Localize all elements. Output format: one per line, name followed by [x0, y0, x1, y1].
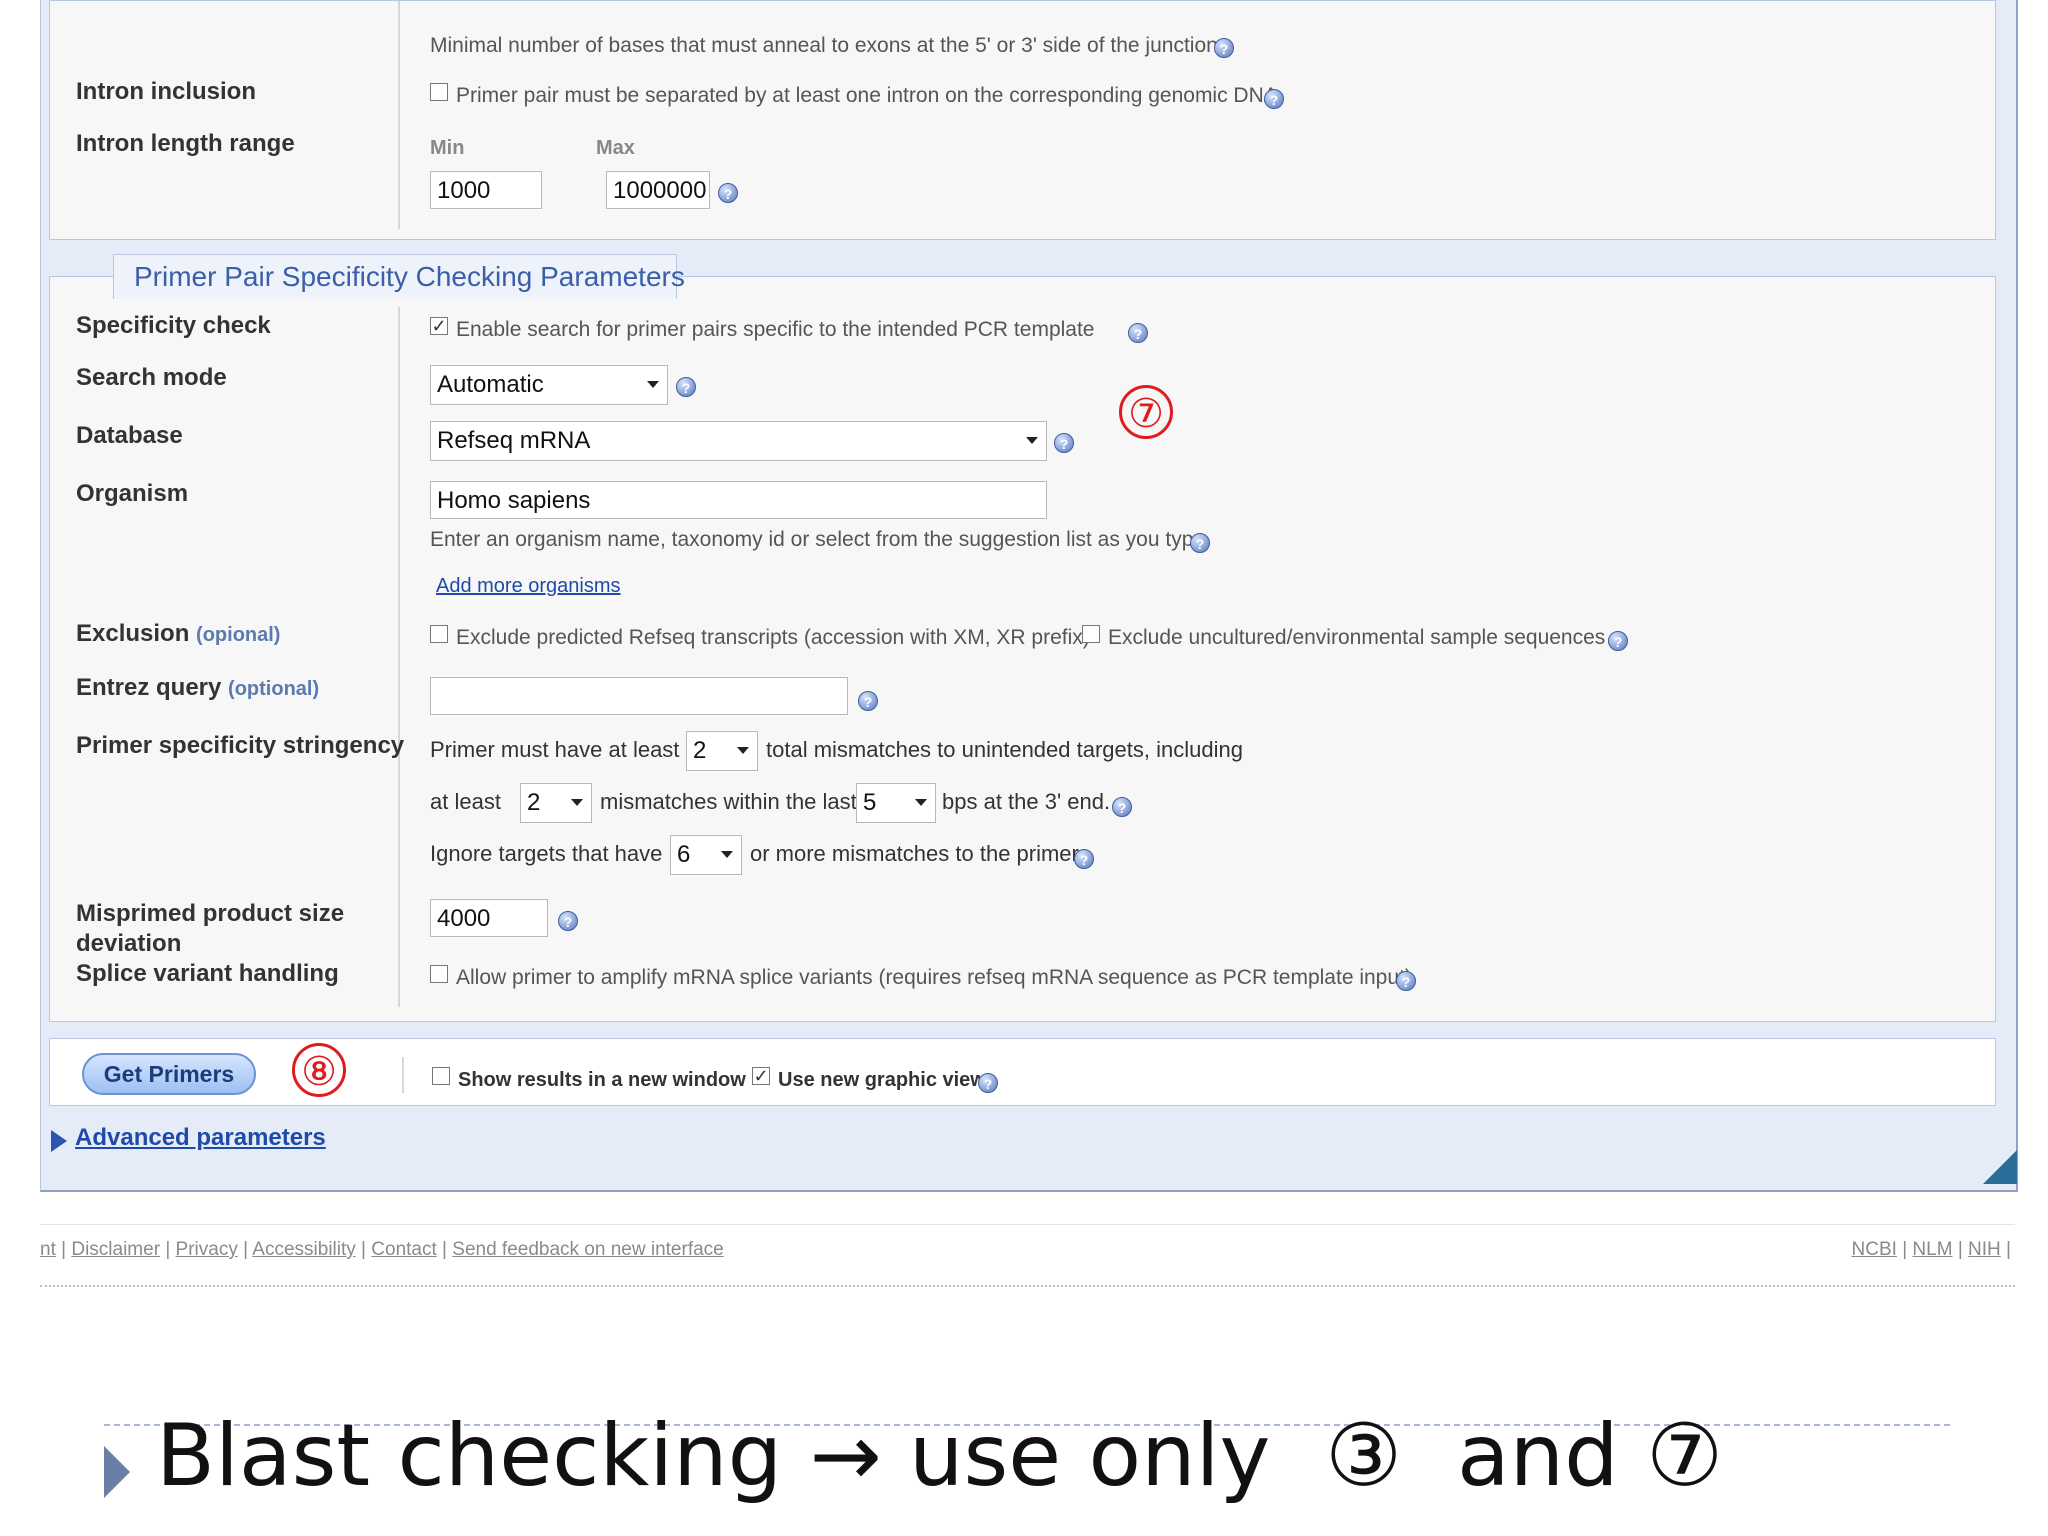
resize-corner-icon[interactable]: [1983, 1150, 2017, 1184]
footer-link[interactable]: Accessibility: [252, 1239, 355, 1260]
footer-link[interactable]: Disclaimer: [71, 1239, 160, 1260]
intron-inclusion-text: Primer pair must be separated by at leas…: [456, 84, 1278, 107]
chevron-down-icon: [737, 747, 749, 754]
help-icon[interactable]: ?: [1214, 38, 1234, 58]
bullet-triangle-icon: [104, 1446, 130, 1498]
entrez-query-label: Entrez query (optional): [76, 674, 320, 701]
footer-right-links: NCBI | NLM | NIH |: [1851, 1239, 2011, 1260]
footer: nt | Disclaimer | Privacy | Accessibilit…: [40, 1224, 2015, 1287]
exclude-predicted-text: Exclude predicted Refseq transcripts (ac…: [456, 626, 1090, 649]
intron-max-input[interactable]: 1000000: [606, 171, 710, 209]
help-icon[interactable]: ?: [718, 183, 738, 203]
chevron-down-icon: [721, 851, 733, 858]
circled-three: ③: [1325, 1406, 1403, 1506]
footer-link[interactable]: NCBI: [1852, 1239, 1897, 1260]
intron-panel: Minimal number of bases that must anneal…: [49, 0, 1996, 240]
max-label: Max: [596, 137, 635, 159]
intron-min-input[interactable]: 1000: [430, 171, 542, 209]
intron-inclusion-label: Intron inclusion: [76, 78, 256, 105]
splice-variant-text: Allow primer to amplify mRNA splice vari…: [456, 966, 1412, 989]
specificity-legend-tab: Primer Pair Specificity Checking Paramet…: [113, 254, 685, 299]
ignore-targets-select[interactable]: 6: [670, 835, 742, 875]
specificity-panel: Specificity check ✓ Enable search for pr…: [49, 276, 1996, 1022]
organism-label: Organism: [76, 480, 189, 507]
splice-variant-checkbox[interactable]: [430, 965, 448, 983]
arrow-icon: →: [809, 1406, 882, 1506]
help-icon[interactable]: ?: [1128, 323, 1148, 343]
specificity-check-label: Specificity check: [76, 312, 271, 339]
bullet-text: Blast checking → use only ③ and ⑦: [156, 1406, 1724, 1506]
add-more-organisms-link[interactable]: Add more organisms: [436, 575, 621, 598]
organism-hint: Enter an organism name, taxonomy id or s…: [430, 528, 1211, 551]
entrez-query-input[interactable]: [430, 677, 848, 715]
search-mode-select[interactable]: Automatic: [430, 365, 668, 405]
total-mismatches-select[interactable]: 2: [686, 731, 758, 771]
exclusion-label: Exclusion (opional): [76, 620, 281, 647]
help-icon[interactable]: ?: [558, 911, 578, 931]
stringency-l1-b: total mismatches to unintended targets, …: [766, 737, 1243, 762]
expand-triangle-icon[interactable]: [51, 1130, 67, 1152]
footer-left-links: nt | Disclaimer | Privacy | Accessibilit…: [40, 1239, 724, 1260]
help-icon[interactable]: ?: [1608, 631, 1628, 651]
exclude-uncultured-checkbox[interactable]: [1082, 625, 1100, 643]
misprimed-label: Misprimed product size deviation: [76, 900, 345, 957]
stringency-l3-b: or more mismatches to the primer.: [750, 841, 1084, 866]
exclude-uncultured-text: Exclude uncultured/environmental sample …: [1108, 626, 1606, 649]
footer-link[interactable]: Privacy: [176, 1239, 238, 1260]
help-icon[interactable]: ?: [676, 377, 696, 397]
misprimed-size-input[interactable]: 4000: [430, 899, 548, 937]
action-bar: Get Primers ⑧ Show results in a new wind…: [49, 1038, 1996, 1106]
footer-link[interactable]: NLM: [1912, 1239, 1952, 1260]
stringency-l3-a: Ignore targets that have: [430, 841, 663, 866]
annotation-seven: ⑦: [1119, 385, 1173, 439]
database-label: Database: [76, 422, 183, 449]
specificity-check-checkbox[interactable]: ✓: [430, 317, 448, 335]
three-prime-mismatches-select[interactable]: 2: [520, 783, 592, 823]
min-label: Min: [430, 137, 465, 159]
footer-link[interactable]: Send feedback on new interface: [452, 1239, 723, 1260]
stringency-label: Primer specificity stringency: [76, 732, 405, 759]
specificity-legend: Primer Pair Specificity Checking Paramet…: [134, 261, 685, 292]
graphic-view-text: Use new graphic view: [778, 1069, 986, 1091]
help-icon[interactable]: ?: [1112, 797, 1132, 817]
show-new-window-text: Show results in a new window: [458, 1069, 746, 1091]
stringency-l1-a: Primer must have at least: [430, 737, 680, 762]
help-icon[interactable]: ?: [1190, 533, 1210, 553]
splice-variant-label: Splice variant handling: [76, 960, 339, 987]
database-select[interactable]: Refseq mRNA: [430, 421, 1047, 461]
chevron-down-icon: [571, 799, 583, 806]
specificity-check-text: Enable search for primer pairs specific …: [456, 318, 1095, 341]
stringency-l2-c: bps at the 3' end.: [942, 789, 1111, 814]
junction-note: Minimal number of bases that must anneal…: [430, 34, 1218, 57]
last-bps-select[interactable]: 5: [856, 783, 936, 823]
chevron-down-icon: [647, 381, 659, 388]
stringency-l2-a: at least: [430, 789, 501, 814]
graphic-view-checkbox[interactable]: ✓: [752, 1067, 770, 1085]
help-icon[interactable]: ?: [1054, 433, 1074, 453]
organism-input[interactable]: Homo sapiens: [430, 481, 1047, 519]
screenshot-frame: Minimal number of bases that must anneal…: [40, 0, 2018, 1192]
help-icon[interactable]: ?: [1264, 89, 1284, 109]
advanced-parameters-link[interactable]: Advanced parameters: [75, 1124, 326, 1152]
help-icon[interactable]: ?: [978, 1073, 998, 1093]
intron-length-label: Intron length range: [76, 130, 295, 157]
exclude-predicted-checkbox[interactable]: [430, 625, 448, 643]
stringency-l2-b: mismatches within the last: [600, 789, 857, 814]
get-primers-button[interactable]: Get Primers: [82, 1053, 256, 1095]
footer-link[interactable]: Contact: [371, 1239, 436, 1260]
footer-link[interactable]: nt: [40, 1239, 56, 1260]
circled-seven: ⑦: [1646, 1406, 1724, 1506]
chevron-down-icon: [915, 799, 927, 806]
help-icon[interactable]: ?: [858, 691, 878, 711]
search-mode-label: Search mode: [76, 364, 227, 391]
chevron-down-icon: [1026, 437, 1038, 444]
show-new-window-checkbox[interactable]: [432, 1067, 450, 1085]
help-icon[interactable]: ?: [1396, 971, 1416, 991]
help-icon[interactable]: ?: [1074, 849, 1094, 869]
annotation-eight: ⑧: [292, 1043, 346, 1097]
footer-link[interactable]: NIH: [1968, 1239, 2001, 1260]
intron-inclusion-checkbox[interactable]: [430, 83, 448, 101]
